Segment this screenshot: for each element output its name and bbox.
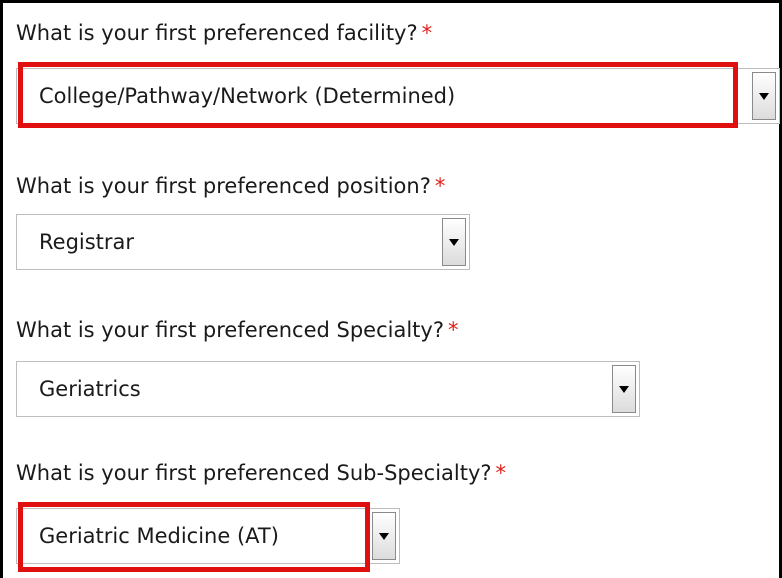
- required-asterisk: *: [495, 461, 507, 485]
- chevron-down-icon: [379, 533, 389, 540]
- chevron-down-icon: [759, 93, 769, 100]
- specialty-select[interactable]: Geriatrics: [16, 361, 640, 417]
- position-selected-value: Registrar: [39, 230, 135, 254]
- sub-specialty-selected-value: Geriatric Medicine (AT): [39, 524, 279, 548]
- chevron-down-icon: [619, 386, 629, 393]
- specialty-question-text: What is your first preferenced Specialty…: [16, 318, 444, 342]
- sub-specialty-dropdown-button[interactable]: [372, 512, 396, 560]
- frame-top-border: [0, 0, 782, 3]
- sub-specialty-select[interactable]: Geriatric Medicine (AT): [16, 508, 400, 564]
- facility-question-text: What is your first preferenced facility?: [16, 21, 418, 45]
- position-dropdown-button[interactable]: [442, 218, 466, 266]
- required-asterisk: *: [434, 174, 446, 198]
- sub-specialty-question-text: What is your first preferenced Sub-Speci…: [16, 461, 492, 485]
- frame-left-border: [0, 0, 3, 578]
- position-question-text: What is your first preferenced position?: [16, 174, 431, 198]
- required-asterisk: *: [448, 318, 459, 342]
- sub-specialty-question-label: What is your first preferenced Sub-Speci…: [16, 460, 506, 486]
- facility-dropdown-button[interactable]: [752, 72, 776, 120]
- facility-selected-value: College/Pathway/Network (Determined): [39, 84, 456, 108]
- required-asterisk: *: [421, 21, 433, 45]
- facility-select[interactable]: College/Pathway/Network (Determined): [16, 68, 780, 124]
- position-select[interactable]: Registrar: [16, 214, 470, 270]
- position-question-label: What is your first preferenced position?…: [16, 173, 445, 199]
- chevron-down-icon: [449, 239, 459, 246]
- specialty-question-label: What is your first preferenced Specialty…: [16, 317, 459, 343]
- facility-question-label: What is your first preferenced facility?…: [16, 20, 432, 46]
- specialty-dropdown-button[interactable]: [612, 365, 636, 413]
- specialty-selected-value: Geriatrics: [39, 377, 141, 401]
